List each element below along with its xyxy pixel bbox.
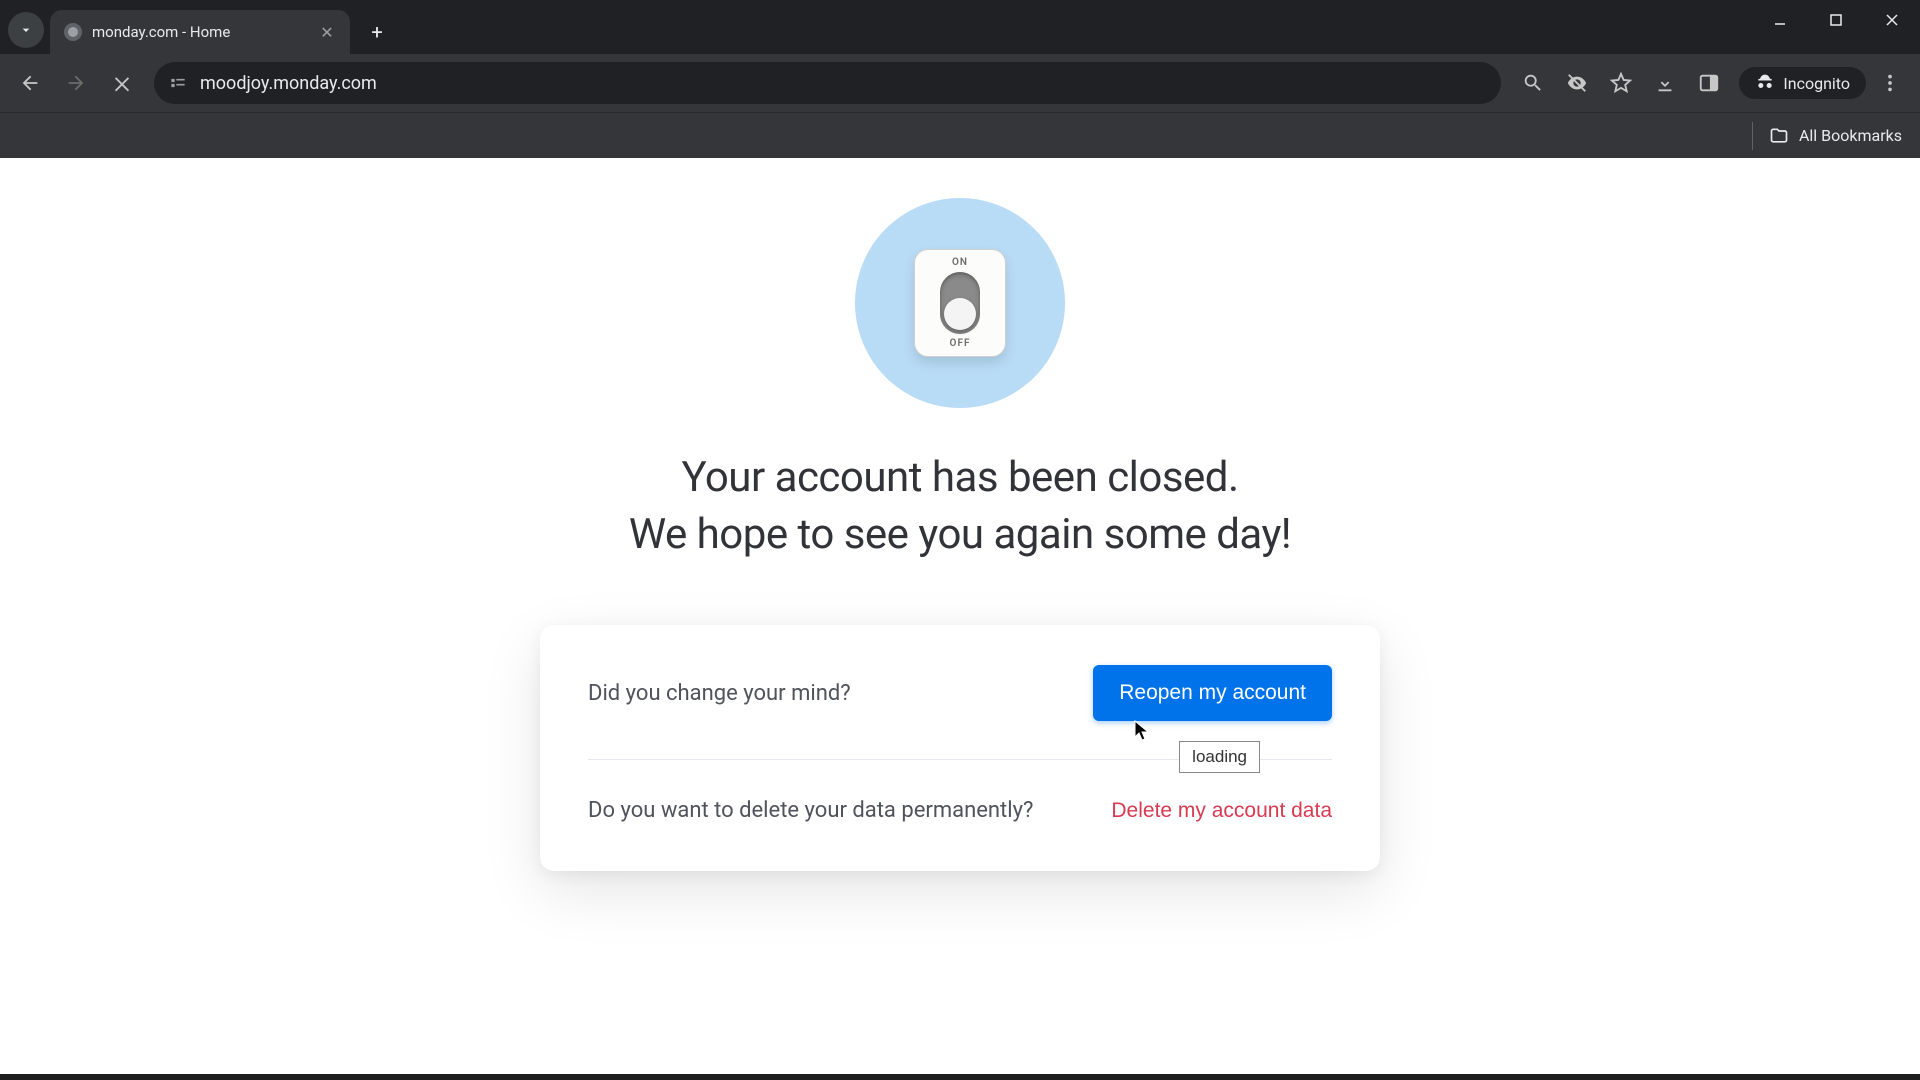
nav-stop-button[interactable] [102, 63, 142, 103]
reopen-row: Did you change your mind? Reopen my acco… [588, 665, 1332, 760]
os-taskbar-sliver [0, 1074, 1920, 1080]
address-bar-url: moodjoy.monday.com [200, 73, 377, 94]
switch-off-label: OFF [950, 338, 971, 349]
browser-toolbar: moodjoy.monday.com Incognito [0, 54, 1920, 112]
site-settings-icon[interactable] [168, 73, 188, 93]
side-panel-icon[interactable] [1689, 63, 1729, 103]
window-controls [1752, 0, 1920, 54]
nav-forward-button[interactable] [56, 63, 96, 103]
actions-card: Did you change your mind? Reopen my acco… [540, 625, 1380, 871]
zoom-icon[interactable] [1513, 63, 1553, 103]
switch-track [940, 272, 980, 334]
incognito-icon [1755, 73, 1775, 93]
tab-strip: monday.com - Home ✕ + [0, 0, 1920, 54]
browser-tab[interactable]: monday.com - Home ✕ [50, 10, 350, 54]
reopen-account-button[interactable]: Reopen my account [1093, 665, 1332, 721]
browser-chrome: monday.com - Home ✕ + moodjoy.monday.com… [0, 0, 1920, 158]
headline-line1: Your account has been closed. [681, 453, 1238, 502]
mouse-cursor-icon [1134, 720, 1150, 742]
bookmarks-separator [1752, 122, 1753, 150]
all-bookmarks-button[interactable]: All Bookmarks [1769, 126, 1902, 146]
tab-title: monday.com - Home [92, 23, 308, 41]
window-maximize-button[interactable] [1808, 0, 1864, 40]
incognito-chip[interactable]: Incognito [1739, 67, 1866, 99]
nav-back-button[interactable] [10, 63, 50, 103]
bookmarks-bar: All Bookmarks [0, 112, 1920, 158]
switch-on-label: ON [952, 257, 968, 268]
downloads-icon[interactable] [1645, 63, 1685, 103]
page-content: ON OFF Your account has been closed. We … [0, 158, 1920, 1080]
tab-close-button[interactable]: ✕ [318, 23, 336, 41]
window-close-button[interactable] [1864, 0, 1920, 40]
delete-account-data-link[interactable]: Delete my account data [1111, 799, 1332, 823]
delete-prompt: Do you want to delete your data permanen… [588, 798, 1033, 823]
address-bar[interactable]: moodjoy.monday.com [154, 62, 1501, 104]
all-bookmarks-label: All Bookmarks [1799, 126, 1902, 145]
hero-illustration: ON OFF [855, 198, 1065, 408]
tab-search-button[interactable] [8, 12, 44, 48]
bookmark-star-icon[interactable] [1601, 63, 1641, 103]
new-tab-button[interactable]: + [360, 15, 394, 49]
incognito-label: Incognito [1783, 74, 1850, 93]
loading-tooltip: loading [1179, 741, 1260, 773]
tab-favicon [64, 23, 82, 41]
browser-menu-button[interactable] [1870, 63, 1910, 103]
headline-line2: We hope to see you again some day! [629, 510, 1291, 559]
page-headline: Your account has been closed. We hope to… [629, 450, 1291, 563]
switch-illustration: ON OFF [914, 249, 1006, 357]
tracking-blocked-icon[interactable] [1557, 63, 1597, 103]
toolbar-right-icons: Incognito [1513, 63, 1910, 103]
window-minimize-button[interactable] [1752, 0, 1808, 40]
folder-icon [1769, 126, 1789, 146]
switch-knob [944, 298, 976, 330]
reopen-prompt: Did you change your mind? [588, 681, 851, 706]
